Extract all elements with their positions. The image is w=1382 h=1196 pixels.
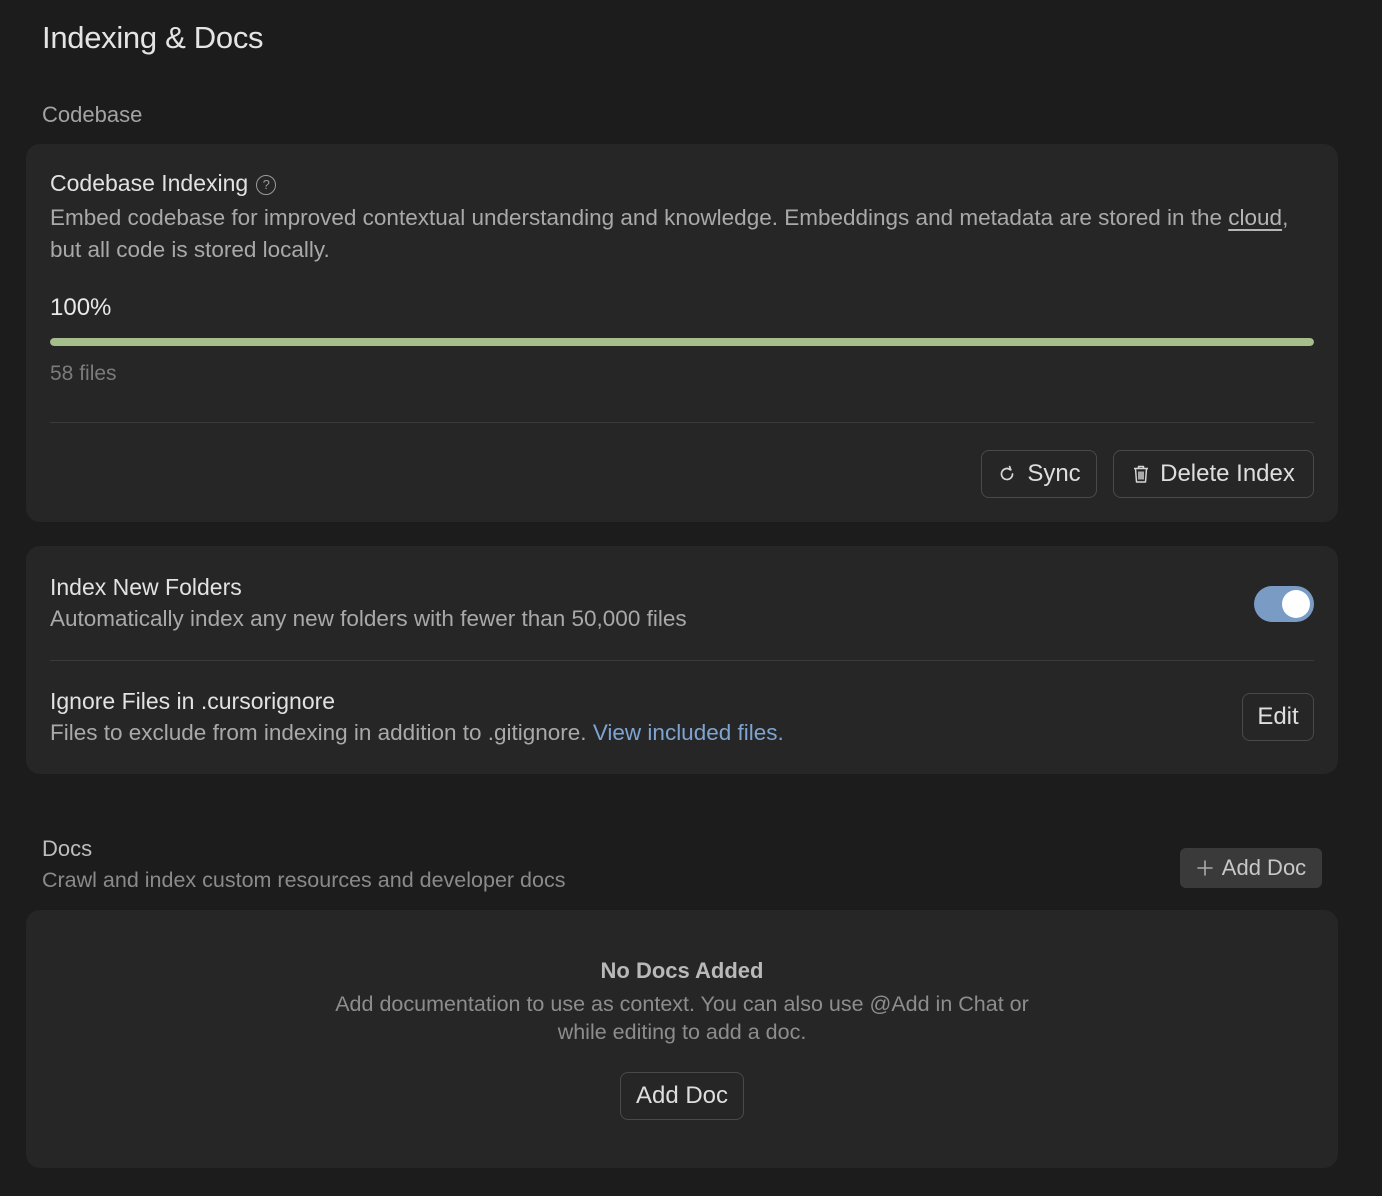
description-text: Embed codebase for improved contextual u… bbox=[50, 205, 1229, 230]
index-new-folders-title: Index New Folders bbox=[50, 574, 242, 600]
add-doc-header-button[interactable]: Add Doc bbox=[1180, 848, 1322, 888]
docs-section-title: Docs bbox=[42, 836, 93, 861]
divider bbox=[50, 422, 1314, 423]
indexing-progress-bar bbox=[50, 338, 1314, 346]
add-doc-button[interactable]: Add Doc bbox=[620, 1072, 744, 1120]
index-new-folders-row: Index New Folders Automatically index an… bbox=[50, 574, 687, 635]
divider bbox=[50, 660, 1314, 661]
codebase-indexing-description: Embed codebase for improved contextual u… bbox=[50, 202, 1320, 266]
view-included-files-link[interactable]: View included files. bbox=[593, 720, 784, 745]
empty-state-description: Add documentation to use as context. You… bbox=[335, 992, 1029, 1044]
codebase-indexing-card: Codebase Indexing? Embed codebase for im… bbox=[26, 144, 1338, 522]
ignore-files-description: Files to exclude from indexing in additi… bbox=[50, 717, 784, 749]
refresh-icon bbox=[997, 464, 1017, 484]
plus-icon bbox=[1196, 855, 1214, 881]
sync-button-label: Sync bbox=[1027, 460, 1081, 487]
page-title: Indexing & Docs bbox=[42, 20, 264, 55]
index-new-folders-description: Automatically index any new folders with… bbox=[50, 606, 687, 631]
delete-index-button[interactable]: Delete Index bbox=[1113, 450, 1314, 498]
index-new-folders-toggle[interactable] bbox=[1254, 586, 1314, 622]
progress-percent: 100% bbox=[50, 294, 112, 321]
docs-section-description: Crawl and index custom resources and dev… bbox=[42, 868, 566, 892]
ignore-files-description-text: Files to exclude from indexing in additi… bbox=[50, 720, 593, 745]
edit-cursorignore-button[interactable]: Edit bbox=[1242, 693, 1314, 741]
progress-bar-fill bbox=[50, 338, 1314, 346]
trash-icon bbox=[1132, 464, 1150, 484]
toggle-knob bbox=[1282, 590, 1310, 618]
add-doc-header-label: Add Doc bbox=[1221, 855, 1307, 880]
indexing-docs-page: Indexing & Docs Codebase Codebase Indexi… bbox=[0, 0, 1382, 1196]
indexing-settings-card: Index New Folders Automatically index an… bbox=[26, 546, 1338, 774]
delete-index-button-label: Delete Index bbox=[1160, 460, 1295, 487]
ignore-files-title: Ignore Files in .cursorignore bbox=[50, 688, 336, 714]
help-icon[interactable]: ? bbox=[256, 175, 277, 195]
codebase-section-label: Codebase bbox=[42, 102, 143, 127]
empty-state-title: No Docs Added bbox=[600, 958, 764, 983]
docs-empty-card: No Docs Added Add documentation to use a… bbox=[26, 910, 1338, 1168]
codebase-indexing-title: Codebase Indexing bbox=[50, 170, 249, 196]
ignore-files-row: Ignore Files in .cursorignore Files to e… bbox=[50, 688, 784, 749]
cloud-link[interactable]: cloud bbox=[1228, 205, 1282, 230]
files-count: 58 files bbox=[50, 362, 117, 385]
codebase-indexing-header: Codebase Indexing? bbox=[50, 170, 277, 197]
sync-button[interactable]: Sync bbox=[981, 450, 1097, 498]
